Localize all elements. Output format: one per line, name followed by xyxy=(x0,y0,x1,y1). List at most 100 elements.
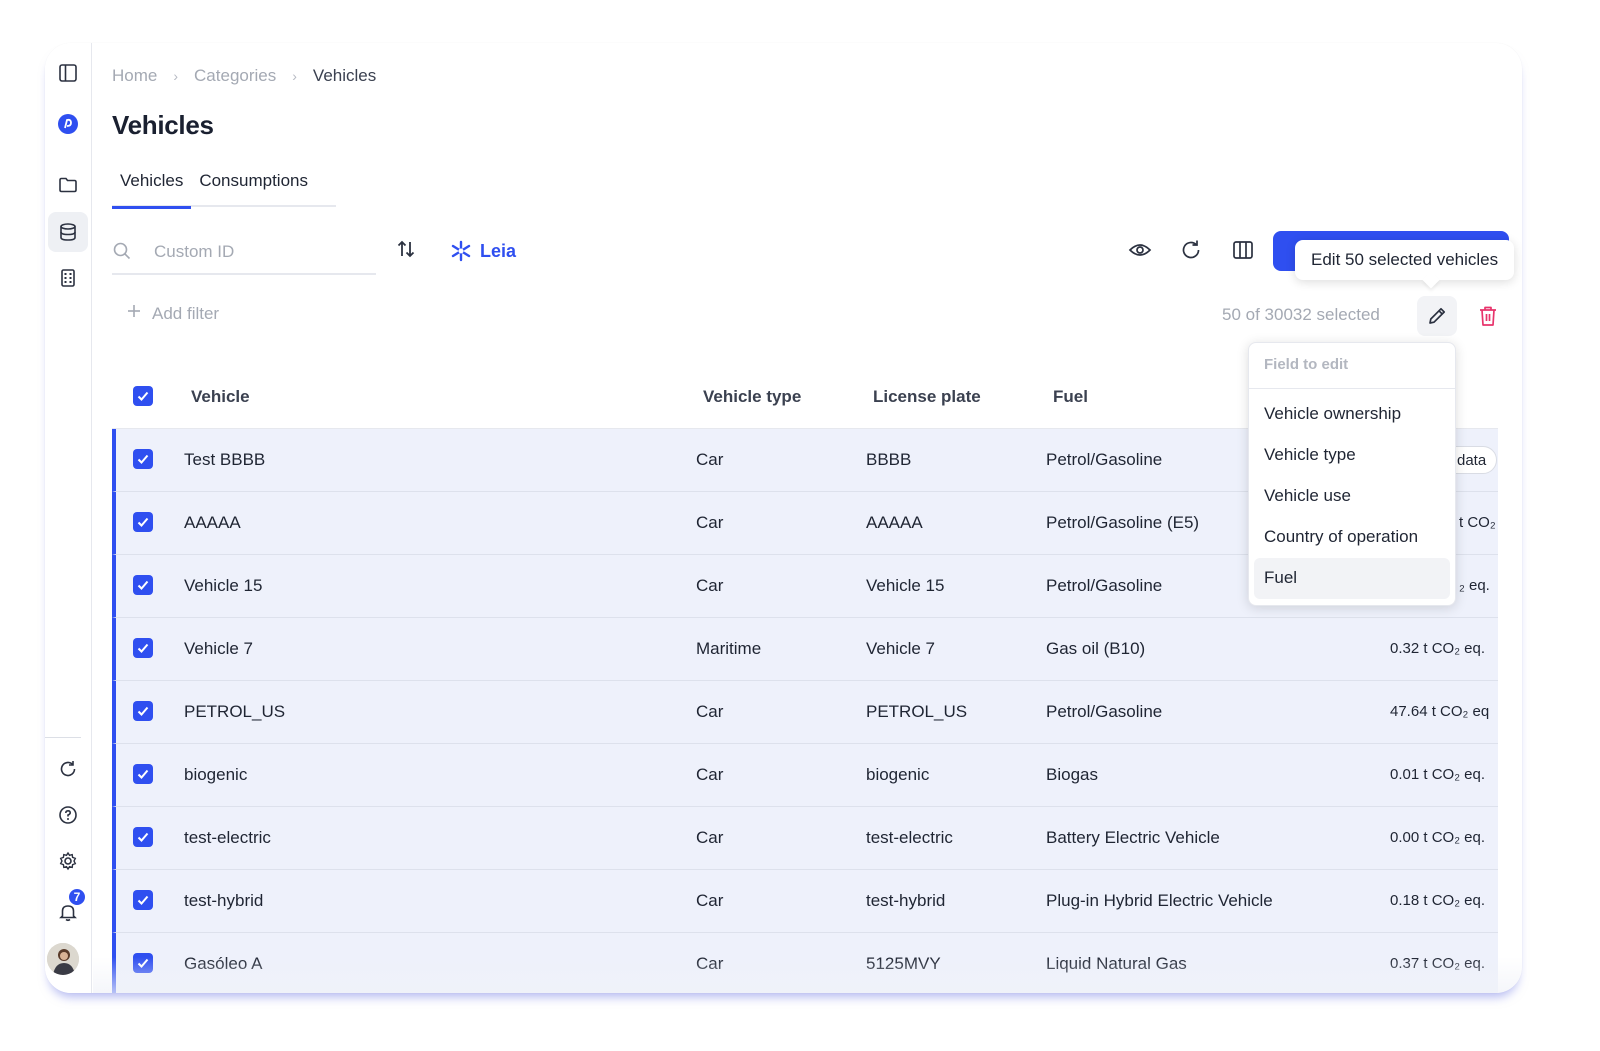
cell-vehicle-type: Car xyxy=(696,954,724,973)
table-row[interactable]: Vehicle 7 Maritime Vehicle 7 Gas oil (B10) 0… xyxy=(112,618,1498,681)
check-icon xyxy=(137,895,149,905)
cell-fuel: Liquid Natural Gas xyxy=(1046,954,1187,973)
column-header-license-plate[interactable]: License plate xyxy=(873,387,981,407)
cell-vehicle-type: Car xyxy=(696,765,724,784)
selection-count: 50 of 30032 selected xyxy=(1222,305,1380,324)
eye-icon[interactable] xyxy=(1127,237,1153,263)
check-icon xyxy=(137,454,149,464)
cell-vehicle-type: Car xyxy=(696,576,724,595)
brand-logo-icon[interactable] xyxy=(48,104,88,144)
row-checkbox[interactable] xyxy=(133,701,153,721)
delete-selected-button[interactable] xyxy=(1473,301,1503,331)
table-row[interactable]: PETROL_US Car PETROL_US Petrol/Gasoline 47.6… xyxy=(112,681,1498,744)
building-icon[interactable] xyxy=(48,258,88,298)
check-icon xyxy=(137,706,149,716)
breadcrumb-categories[interactable]: Categories xyxy=(194,66,276,86)
avatar[interactable] xyxy=(47,943,79,975)
settings-icon[interactable] xyxy=(48,841,88,881)
column-header-vehicle[interactable]: Vehicle xyxy=(191,387,250,407)
check-icon xyxy=(137,958,149,968)
sort-icon[interactable] xyxy=(394,237,420,263)
row-checkbox[interactable] xyxy=(133,449,153,469)
table-row[interactable]: biogenic Car biogenic Biogas 0.01 t CO₂ eq. xyxy=(112,744,1498,807)
row-checkbox[interactable] xyxy=(133,764,153,784)
cell-fuel: Biogas xyxy=(1046,765,1098,784)
notification-badge: 7 xyxy=(67,887,87,907)
cell-vehicle: PETROL_US xyxy=(184,702,286,721)
sidebar-toggle-icon[interactable] xyxy=(48,53,88,93)
cell-vehicle-type: Car xyxy=(696,828,724,847)
dropdown-item-vehicle-ownership[interactable]: Vehicle ownership xyxy=(1254,394,1450,435)
column-header-vehicle-type[interactable]: Vehicle type xyxy=(703,387,801,407)
tab-consumptions[interactable]: Consumptions xyxy=(191,171,316,207)
cell-vehicle: AAAAA xyxy=(184,513,241,532)
breadcrumb: Home › Categories › Vehicles xyxy=(112,66,376,86)
cell-fuel: Gas oil (B10) xyxy=(1046,639,1146,658)
sidebar-divider xyxy=(45,737,81,738)
dropdown-item-fuel[interactable]: Fuel xyxy=(1254,558,1450,599)
cell-vehicle-type: Maritime xyxy=(696,639,762,658)
cell-vehicle: Test BBBB xyxy=(184,450,266,469)
cell-vehicle: Vehicle 15 xyxy=(184,576,263,595)
app-window: 7 Home › Categories › Vehicles Vehicles … xyxy=(45,43,1522,993)
table-row[interactable]: test-hybrid Car test-hybrid Plug-in Hybrid … xyxy=(112,870,1498,933)
cell-license-plate: BBBB xyxy=(866,450,912,469)
search-input[interactable] xyxy=(154,237,364,267)
cell-vehicle: test-hybrid xyxy=(184,891,264,910)
trash-icon xyxy=(1480,306,1496,326)
breadcrumb-home[interactable]: Home xyxy=(112,66,157,86)
breadcrumb-current: Vehicles xyxy=(312,66,377,85)
help-icon[interactable] xyxy=(48,795,88,835)
refresh-icon[interactable] xyxy=(48,749,88,789)
cell-fuel: Petrol/Gasoline xyxy=(1046,576,1163,595)
folder-icon[interactable] xyxy=(48,165,88,205)
columns-icon[interactable] xyxy=(1230,237,1256,263)
cell-emissions: 0.32 t CO₂ eq. xyxy=(1390,640,1486,657)
row-checkbox[interactable] xyxy=(133,638,153,658)
cell-license-plate: Vehicle 7 xyxy=(866,639,935,658)
leia-label: Leia xyxy=(480,240,517,261)
select-all-checkbox[interactable] xyxy=(133,386,153,406)
leia-button[interactable]: Leia xyxy=(450,237,516,265)
row-checkbox[interactable] xyxy=(133,512,153,532)
dropdown-item-country-of-operation[interactable]: Country of operation xyxy=(1254,517,1450,558)
row-checkbox[interactable] xyxy=(133,890,153,910)
check-icon xyxy=(137,580,149,590)
cell-fuel: Plug-in Hybrid Electric Vehicle xyxy=(1046,891,1273,910)
cell-vehicle: Vehicle 7 xyxy=(184,639,253,658)
main-content: Home › Categories › Vehicles Vehicles Ve… xyxy=(93,43,1522,993)
add-filter-button[interactable]: Add filter xyxy=(126,303,219,324)
cell-vehicle-type: Car xyxy=(696,450,724,469)
table-row[interactable]: Gasóleo A Car 5125MVY Liquid Natural Gas 0.3… xyxy=(112,933,1498,993)
check-icon xyxy=(137,643,149,653)
cell-license-plate: Vehicle 15 xyxy=(866,576,945,595)
page-title: Vehicles xyxy=(112,110,214,140)
dropdown-item-vehicle-type[interactable]: Vehicle type xyxy=(1254,435,1450,476)
cell-emissions: 0.00 t CO₂ eq. xyxy=(1390,829,1486,846)
cell-fuel: Petrol/Gasoline xyxy=(1046,450,1163,469)
add-filter-label: Add filter xyxy=(152,303,220,323)
tab-vehicles[interactable]: Vehicles xyxy=(112,171,192,209)
row-checkbox[interactable] xyxy=(133,827,153,847)
cell-vehicle-type: Car xyxy=(696,513,724,532)
pencil-icon xyxy=(1429,307,1446,324)
sidebar: 7 xyxy=(45,43,92,993)
cell-fuel: Battery Electric Vehicle xyxy=(1046,828,1220,847)
cell-emissions: t CO₂ xyxy=(1459,514,1496,531)
reload-icon[interactable] xyxy=(1178,237,1204,263)
row-checkbox[interactable] xyxy=(133,575,153,595)
cell-vehicle-type: Car xyxy=(696,702,724,721)
cell-license-plate: PETROL_US xyxy=(866,702,968,721)
row-checkbox[interactable] xyxy=(133,953,153,973)
plus-icon xyxy=(126,303,142,324)
edit-selected-button[interactable] xyxy=(1417,296,1457,336)
dropdown-item-vehicle-use[interactable]: Vehicle use xyxy=(1254,476,1450,517)
cell-emissions: ₂ eq. xyxy=(1459,577,1490,594)
check-icon xyxy=(137,769,149,779)
field-to-edit-dropdown: Field to edit Vehicle ownership Vehicle … xyxy=(1248,342,1456,606)
database-icon[interactable] xyxy=(48,212,88,252)
cell-vehicle: Gasóleo A xyxy=(184,954,263,973)
table-row[interactable]: test-electric Car test-electric Battery Ele… xyxy=(112,807,1498,870)
tab-bar: Vehicles Consumptions xyxy=(112,171,336,209)
column-header-fuel[interactable]: Fuel xyxy=(1053,387,1088,407)
